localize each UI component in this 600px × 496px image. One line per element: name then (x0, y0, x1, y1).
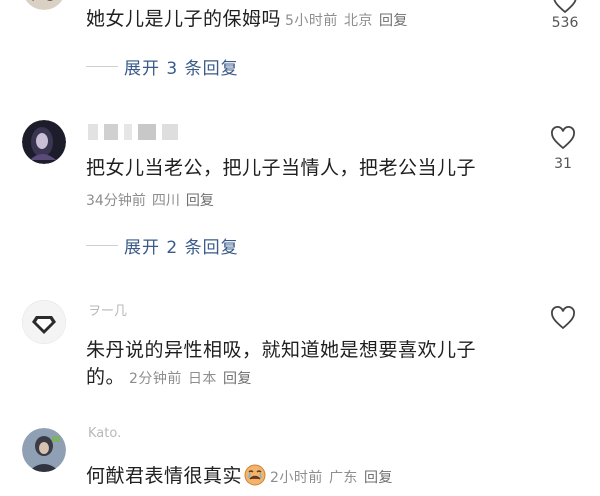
avatar[interactable] (22, 120, 66, 164)
reply-button[interactable]: 回复 (379, 13, 408, 29)
comment-location: 四川 (151, 193, 180, 209)
expand-replies[interactable]: 展开 2 条回复 (86, 233, 239, 258)
expand-replies-label[interactable]: 展开 2 条回复 (124, 233, 239, 258)
avatar[interactable] (22, 0, 66, 10)
expand-replies[interactable]: 展开 3 条回复 (86, 54, 239, 79)
comment-time: 34分钟前 (86, 193, 146, 209)
expand-replies-label[interactable]: 展开 3 条回复 (124, 54, 239, 79)
comment-time: 5小时前 (285, 13, 338, 29)
like-button[interactable]: 536 (545, 0, 585, 31)
comment-body: 她女儿是儿子的保姆吗 (86, 8, 282, 30)
comment-body-line2: 的。 2分钟前 日本 回复 (86, 364, 252, 392)
heart-outline-icon (551, 306, 575, 330)
heart-outline-icon (553, 0, 577, 14)
comment-text: 她女儿是儿子的保姆吗 5小时前 北京 回复 (86, 6, 408, 34)
comment-time: 2小时前 (270, 470, 323, 486)
comment-body: 把女儿当老公，把儿子当情人，把老公当儿子 (86, 157, 477, 179)
avatar[interactable] (22, 300, 66, 344)
comment-body-line1: 朱丹说的异性相吸，就知道她是想要喜欢儿子 (86, 339, 477, 361)
comment-location: 日本 (187, 371, 217, 387)
comment-location: 北京 (343, 13, 373, 29)
username[interactable]: Kato. (88, 426, 121, 446)
like-button[interactable]: 31 (543, 126, 583, 172)
expand-line (86, 244, 118, 246)
like-count: 536 (551, 15, 579, 31)
comment-body: 何猷君表情很真实 (86, 465, 243, 487)
comment-meta: 34分钟前 四川 回复 (86, 190, 214, 210)
like-count: 31 (554, 156, 572, 172)
watermark-fade (460, 410, 600, 496)
reply-button[interactable]: 回复 (364, 470, 393, 486)
username[interactable]: ヲー几 (88, 300, 127, 320)
avatar[interactable] (22, 428, 66, 472)
heart-outline-icon (551, 126, 575, 150)
comment-location: 广东 (328, 470, 358, 486)
reply-button[interactable]: 回复 (186, 193, 214, 209)
expand-line (86, 65, 118, 67)
like-button[interactable] (543, 306, 583, 330)
reply-button[interactable]: 回复 (223, 371, 252, 387)
crying-face-emoji (244, 464, 266, 486)
comment-body-line2-text: 的。 (86, 366, 126, 388)
comment-time: 2分钟前 (129, 371, 182, 387)
comment-text: 何猷君表情很真实 2小时前 广东 回复 (86, 463, 393, 491)
username-redacted (88, 124, 184, 140)
